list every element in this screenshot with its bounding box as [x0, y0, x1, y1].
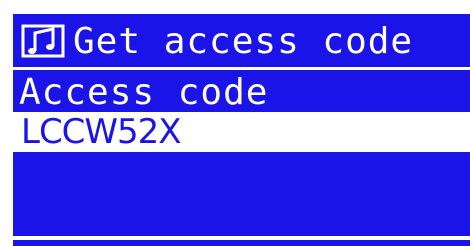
bottom-divider — [13, 236, 470, 240]
title-divider — [13, 67, 470, 70]
title-bar: Get access code — [13, 14, 470, 70]
access-code-value: LCCW52X — [21, 112, 182, 152]
access-code-label: Access code — [19, 72, 269, 113]
music-notes-icon — [21, 24, 65, 58]
device-display: Get access code Access code LCCW52X — [13, 14, 470, 246]
page-title: Get access code — [73, 21, 414, 62]
access-code-row[interactable]: LCCW52X — [13, 112, 470, 152]
